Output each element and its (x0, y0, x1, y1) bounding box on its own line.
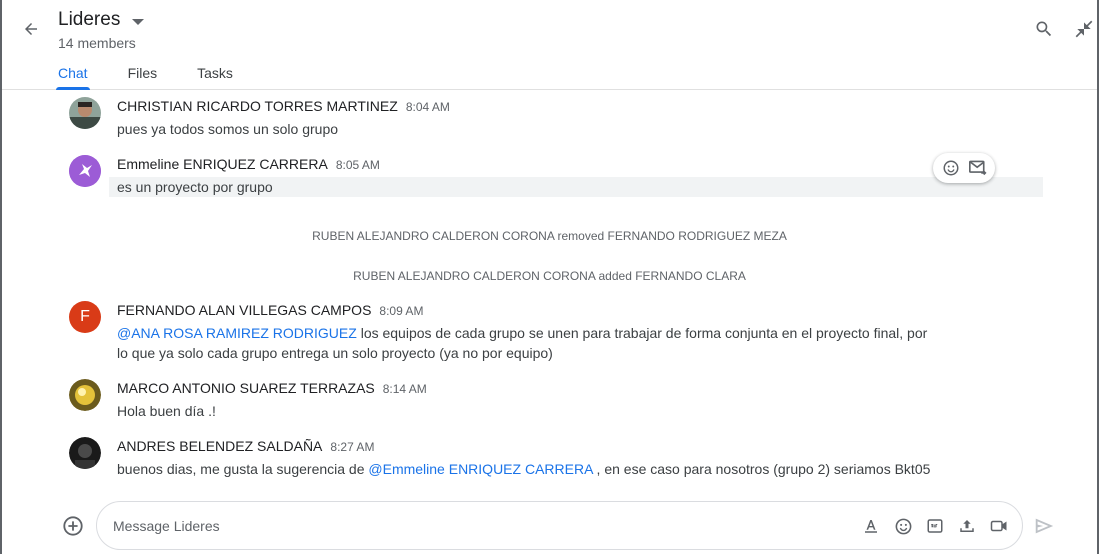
upload-icon (960, 520, 974, 532)
avatar[interactable] (69, 379, 101, 411)
message-text: @ANA ROSA RAMIREZ RODRIGUEZ los equipos … (117, 325, 928, 341)
dropdown-caret-icon[interactable] (132, 18, 145, 25)
message-text: pues ya todos somos un solo grupo (117, 121, 339, 137)
sender-name[interactable]: MARCO ANTONIO SUAREZ TERRAZAS 8:14 AM (117, 380, 427, 396)
room-title[interactable]: Lideres (58, 9, 120, 31)
send-button[interactable] (1032, 514, 1056, 538)
emoji-icon (943, 160, 958, 176)
tab-chat[interactable]: Chat (56, 60, 90, 90)
message-list[interactable]: CHRISTIAN RICARDO TORRES MARTINEZ 8:04 AM… (2, 91, 1097, 496)
message-input[interactable] (113, 515, 813, 537)
message-time: 8:27 AM (330, 440, 375, 454)
message-text-continued: lo que ya solo cada grupo entrega un sol… (117, 345, 553, 361)
forward-to-inbox-button[interactable] (967, 157, 989, 179)
message-time: 8:05 AM (335, 158, 380, 172)
member-count[interactable]: 14 members (58, 35, 136, 51)
arrow-back-icon (25, 23, 37, 35)
sender-name[interactable]: Emmeline ENRIQUEZ CARRERA 8:05 AM (117, 156, 380, 172)
chat-header: Lideres 14 members Chat Files Tasks (2, 0, 1097, 90)
message-text: buenos dias, me gusta la sugerencia de @… (117, 461, 931, 477)
gif-button[interactable] (924, 515, 946, 537)
sender-name[interactable]: FERNANDO ALAN VILLEGAS CAMPOS 8:09 AM (117, 302, 423, 318)
add-reaction-button[interactable] (940, 157, 962, 179)
mention-link[interactable]: @ANA ROSA RAMIREZ RODRIGUEZ (117, 325, 357, 341)
message-text: Hola buen día .! (117, 403, 216, 419)
message-time: 8:14 AM (382, 382, 427, 396)
avatar[interactable] (69, 155, 101, 187)
avatar[interactable] (69, 97, 101, 129)
tab-tasks[interactable]: Tasks (195, 60, 235, 90)
message-time: 8:09 AM (379, 304, 424, 318)
emoji-icon (895, 518, 911, 534)
emoji-button[interactable] (892, 515, 914, 537)
format-text-icon (865, 520, 877, 533)
mention-link[interactable]: @Emmeline ENRIQUEZ CARRERA (368, 461, 592, 477)
video-icon (990, 520, 1007, 532)
tab-files[interactable]: Files (126, 60, 160, 90)
format-text-button[interactable] (860, 515, 882, 537)
collapse-icon (1075, 20, 1093, 38)
sender-name[interactable]: ANDRES BELENDEZ SALDAÑA 8:27 AM (117, 438, 374, 454)
avatar[interactable] (69, 437, 101, 469)
collapse-button[interactable] (1073, 18, 1095, 40)
search-icon (1036, 21, 1052, 37)
add-attachment-button[interactable] (61, 514, 85, 538)
back-button[interactable] (19, 17, 43, 41)
system-event: RUBEN ALEJANDRO CALDERON CORONA added FE… (353, 269, 746, 283)
upload-file-button[interactable] (956, 515, 978, 537)
message-actions (933, 153, 995, 183)
search-button[interactable] (1033, 18, 1055, 40)
video-meeting-button[interactable] (988, 515, 1010, 537)
message-composer (96, 501, 1023, 550)
system-event: RUBEN ALEJANDRO CALDERON CORONA removed … (312, 229, 787, 243)
sender-name[interactable]: CHRISTIAN RICARDO TORRES MARTINEZ 8:04 AM (117, 98, 450, 114)
message-text: es un proyecto por grupo (117, 179, 273, 195)
tab-bar: Chat Files Tasks (56, 60, 271, 90)
message-time: 8:04 AM (405, 100, 450, 114)
avatar[interactable]: F (69, 301, 101, 333)
send-icon (1035, 518, 1054, 534)
gif-icon (927, 519, 943, 533)
forward-mail-icon (968, 160, 987, 176)
add-circle-icon (63, 516, 83, 536)
